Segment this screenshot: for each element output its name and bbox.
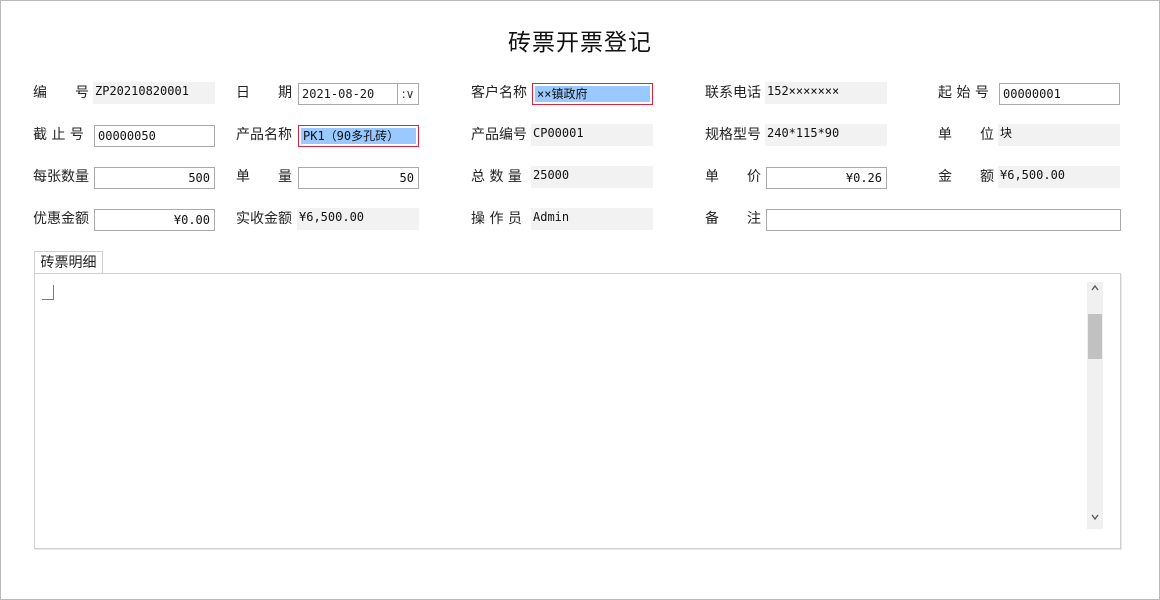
product-name-field[interactable]: PK1（90多孔砖） (298, 125, 419, 147)
phone-label: 联系电话 (705, 85, 761, 101)
chevron-up-icon[interactable] (1087, 282, 1103, 300)
operator-label: 操 作 员 (471, 211, 522, 227)
received-amount-field: ¥6,500.00 (297, 208, 419, 230)
product-name-value: PK1（90多孔砖） (301, 128, 416, 144)
app-window: 砖票开票登记 编 号 ZP20210820001 日 期 2021-08-20 … (0, 0, 1160, 600)
page-title: 砖票开票登记 (508, 30, 652, 56)
unit-price-label: 单 价 (705, 169, 761, 185)
unit-price-field[interactable]: ¥0.26 (766, 167, 887, 189)
start-no-field[interactable]: 00000001 (999, 83, 1120, 105)
remark-field[interactable] (766, 209, 1121, 231)
discount-field[interactable]: ¥0.00 (94, 209, 215, 231)
received-label: 实收金额 (236, 211, 292, 227)
date-label: 日 期 (236, 85, 292, 101)
spec-field: 240*115*90 (765, 124, 887, 146)
tab-brick-ticket-detail[interactable]: 砖票明细 (34, 251, 103, 274)
remark-label: 备 注 (705, 211, 761, 227)
per-sheet-qty-label: 每张数量 (33, 169, 89, 185)
operator-field: Admin (531, 208, 653, 230)
product-code-field: CP00001 (531, 124, 653, 146)
end-no-label: 截 止 号 (33, 127, 84, 143)
product-code-label: 产品编号 (471, 127, 527, 143)
discount-label: 优惠金额 (33, 211, 89, 227)
customer-name-value: ××镇政府 (535, 86, 650, 102)
scrollbar-thumb[interactable] (1088, 314, 1102, 359)
amount-label: 金 额 (938, 169, 994, 185)
product-name-label: 产品名称 (236, 127, 292, 143)
date-picker[interactable]: 2021-08-20 :∨ (298, 83, 419, 105)
customer-name-field[interactable]: ××镇政府 (532, 83, 653, 105)
vertical-scrollbar[interactable] (1087, 282, 1103, 529)
total-qty-field: 25000 (531, 166, 653, 188)
customer-label: 客户名称 (471, 85, 527, 101)
unit-label: 单 位 (938, 127, 994, 143)
serial-label: 编 号 (33, 85, 89, 101)
grid-row-header-corner (42, 285, 54, 300)
detail-grid[interactable] (34, 273, 1121, 549)
single-qty-field[interactable]: 50 (298, 167, 419, 189)
chevron-down-icon[interactable] (1087, 511, 1103, 529)
unit-field: 块 (998, 124, 1120, 146)
serial-field: ZP20210820001 (93, 82, 215, 104)
amount-field: ¥6,500.00 (998, 166, 1120, 188)
phone-field: 152××××××× (765, 82, 887, 104)
spec-label: 规格型号 (705, 127, 761, 143)
per-sheet-qty-field[interactable]: 500 (94, 167, 215, 189)
end-no-field[interactable]: 00000050 (94, 125, 215, 147)
start-no-label: 起 始 号 (938, 85, 989, 101)
date-value: 2021-08-20 (302, 87, 375, 101)
total-qty-label: 总 数 量 (471, 169, 522, 185)
date-dropdown-button[interactable]: :∨ (397, 84, 418, 104)
single-qty-label: 单 量 (236, 169, 292, 185)
